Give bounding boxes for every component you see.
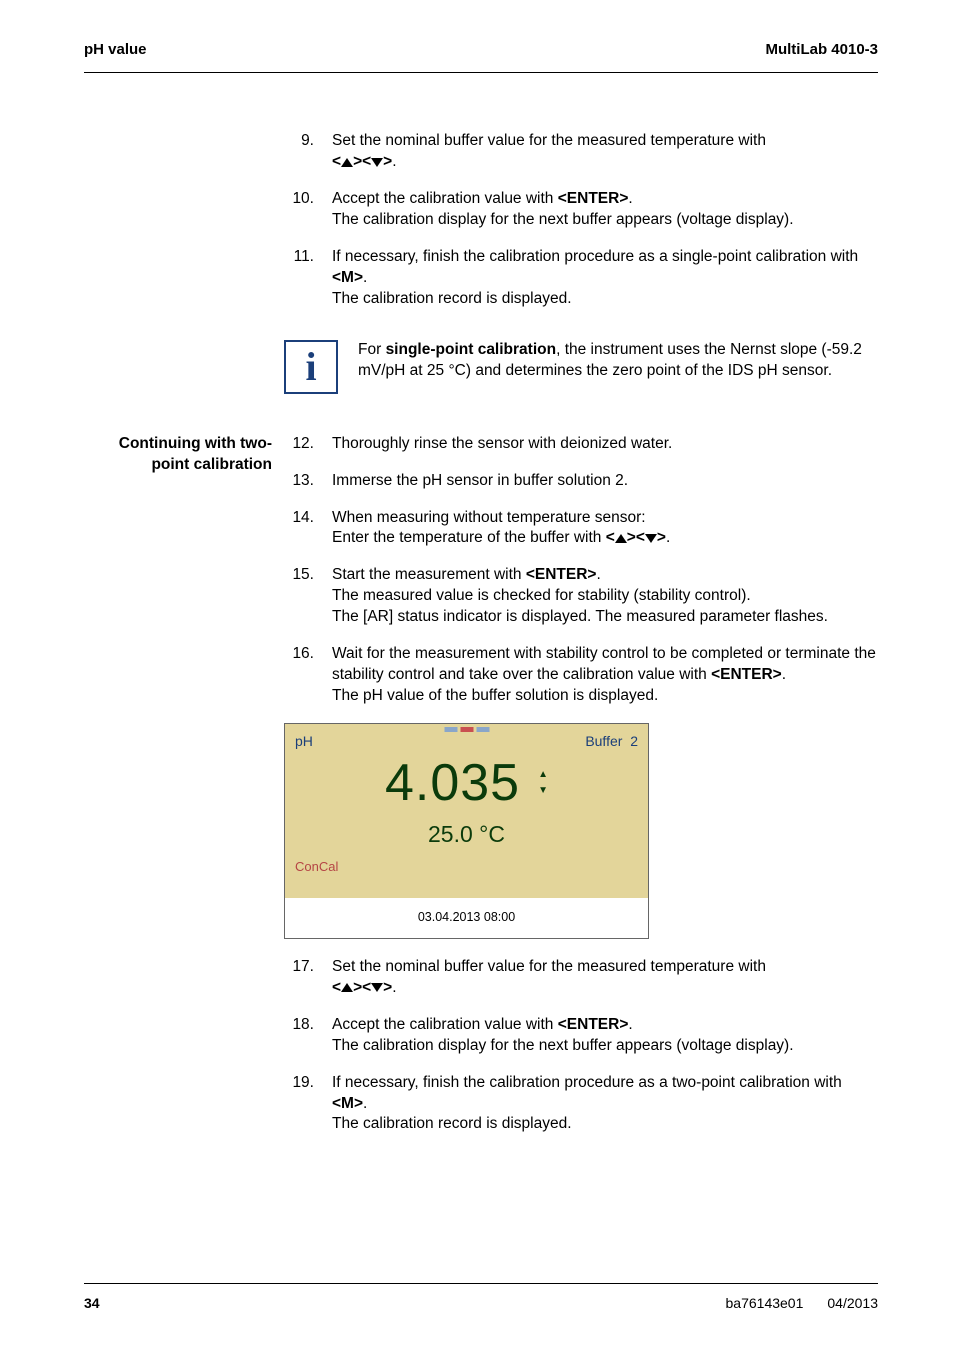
info-note: i For single-point calibration, the inst… bbox=[284, 340, 878, 394]
device-display-screenshot: pH Buffer 2 4.035 ▲▼ 25.0 °C ConCal 03.0… bbox=[284, 723, 649, 939]
header-right: MultiLab 4010-3 bbox=[765, 40, 878, 60]
buffer-number: 2 bbox=[630, 733, 638, 749]
key-enter: <ENTER> bbox=[558, 190, 629, 207]
triangle-up-icon bbox=[341, 983, 353, 992]
key-m: <M> bbox=[332, 269, 363, 286]
triangle-up-icon bbox=[615, 534, 627, 543]
key-m: <M> bbox=[332, 1095, 363, 1112]
key-enter: <ENTER> bbox=[711, 666, 782, 683]
triangle-down-icon bbox=[371, 158, 383, 167]
document-date: 04/2013 bbox=[827, 1294, 878, 1313]
concal-label: ConCal bbox=[295, 858, 638, 876]
adjust-arrows-icon: ▲▼ bbox=[538, 768, 548, 797]
step-10: 10. Accept the calibration value with <E… bbox=[284, 189, 878, 231]
step-18: 18. Accept the calibration value with <E… bbox=[284, 1015, 878, 1057]
triangle-down-icon bbox=[645, 534, 657, 543]
step-15: 15. Start the measurement with <ENTER>. … bbox=[284, 565, 878, 628]
steps-block-2: 12. Thoroughly rinse the sensor with dei… bbox=[284, 434, 878, 1152]
page-number: 34 bbox=[84, 1294, 100, 1313]
ph-reading: 4.035 bbox=[385, 757, 520, 809]
step-19: 19. If necessary, finish the calibration… bbox=[284, 1073, 878, 1136]
display-timestamp: 03.04.2013 08:00 bbox=[285, 898, 648, 938]
steps-block-1: 9. Set the nominal buffer value for the … bbox=[284, 131, 878, 423]
step-12: 12. Thoroughly rinse the sensor with dei… bbox=[284, 434, 878, 455]
info-icon: i bbox=[284, 340, 338, 394]
key-sequence: <><> bbox=[332, 153, 392, 170]
buffer-label: Buffer bbox=[585, 733, 622, 749]
step-11: 11. If necessary, finish the calibration… bbox=[284, 247, 878, 310]
key-enter: <ENTER> bbox=[526, 566, 597, 583]
channel-indicators bbox=[444, 727, 489, 732]
key-sequence: <><> bbox=[606, 529, 666, 546]
triangle-down-icon bbox=[371, 983, 383, 992]
step-14: 14. When measuring without temperature s… bbox=[284, 508, 878, 550]
document-id: ba76143e01 bbox=[726, 1294, 804, 1313]
step-13: 13. Immerse the pH sensor in buffer solu… bbox=[284, 471, 878, 492]
step-17: 17. Set the nominal buffer value for the… bbox=[284, 957, 878, 999]
triangle-up-icon bbox=[341, 158, 353, 167]
temperature-reading: 25.0 °C bbox=[295, 819, 638, 850]
step-9: 9. Set the nominal buffer value for the … bbox=[284, 131, 878, 173]
page-header: pH value MultiLab 4010-3 bbox=[84, 40, 878, 73]
ph-label: pH bbox=[295, 732, 313, 751]
page-footer: 34 ba76143e01 04/2013 bbox=[84, 1283, 878, 1313]
key-sequence: <><> bbox=[332, 979, 392, 996]
key-enter: <ENTER> bbox=[558, 1016, 629, 1033]
header-left: pH value bbox=[84, 40, 147, 60]
side-heading: Continuing with two-point calibration bbox=[84, 434, 284, 1152]
step-16: 16. Wait for the measurement with stabil… bbox=[284, 644, 878, 707]
